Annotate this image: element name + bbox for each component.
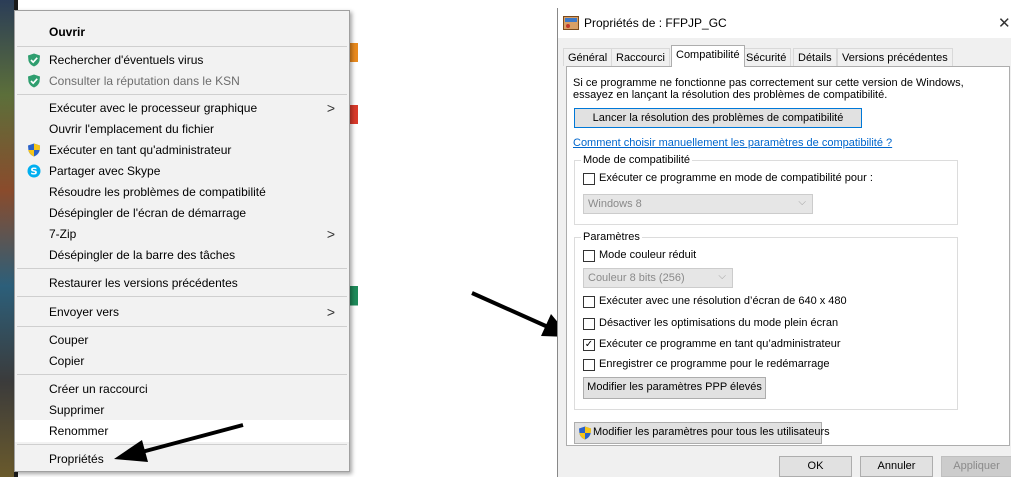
restart-register-checkbox[interactable]	[583, 359, 595, 371]
chevron-down-icon: ⌵	[798, 197, 806, 208]
reduced-color-label: Mode couleur réduit	[599, 249, 697, 261]
tab-previous-versions[interactable]: Versions précédentes	[837, 48, 953, 66]
dialog-titlebar[interactable]: Propriétés de : FFPJP_GC ✕	[558, 8, 1011, 38]
run-troubleshooter-button[interactable]: Lancer la résolution des problèmes de co…	[574, 108, 862, 128]
manual-settings-link[interactable]: Comment choisir manuellement les paramèt…	[573, 137, 892, 149]
tab-compatibility[interactable]: Compatibilité	[671, 45, 745, 67]
apply-button[interactable]: Appliquer	[941, 456, 1011, 477]
intro-text-line2: essayez en lançant la résolution des pro…	[573, 89, 888, 101]
properties-dialog: Propriétés de : FFPJP_GC ✕ Général Racco…	[557, 8, 1011, 477]
resolution-checkbox[interactable]	[583, 296, 595, 308]
tab-general[interactable]: Général	[563, 48, 613, 66]
compatibility-mode-group: Mode de compatibilité Exécuter ce progra…	[574, 154, 958, 225]
ok-button[interactable]: OK	[779, 456, 852, 477]
uac-shield-icon	[579, 426, 591, 440]
close-icon[interactable]: ✕	[998, 14, 1011, 32]
app-icon	[563, 16, 579, 30]
settings-group: Paramètres Mode couleur réduit Couleur 8…	[574, 231, 958, 410]
tab-details[interactable]: Détails	[793, 48, 837, 66]
run-as-admin-checkbox[interactable]: ✓	[583, 339, 595, 351]
compatibility-panel: Si ce programme ne fonctionne pas correc…	[566, 66, 1010, 446]
high-dpi-settings-button[interactable]: Modifier les paramètres PPP élevés	[583, 377, 766, 399]
compat-mode-checkbox[interactable]	[583, 173, 595, 185]
reduced-color-checkbox[interactable]	[583, 250, 595, 262]
color-depth-select[interactable]: Couleur 8 bits (256) ⌵	[583, 268, 733, 288]
change-all-users-button[interactable]: Modifier les paramètres pour tous les ut…	[574, 422, 830, 444]
color-depth-value: Couleur 8 bits (256)	[588, 272, 685, 284]
fullscreen-opt-checkbox[interactable]	[583, 318, 595, 330]
restart-register-label: Enregistrer ce programme pour le redémar…	[599, 358, 830, 370]
tab-shortcut[interactable]: Raccourci	[611, 48, 670, 66]
cancel-button[interactable]: Annuler	[860, 456, 933, 477]
os-select[interactable]: Windows 8 ⌵	[583, 194, 813, 214]
chevron-down-icon: ⌵	[718, 271, 726, 282]
compat-mode-label: Exécuter ce programme en mode de compati…	[599, 172, 873, 184]
change-all-users-label: Modifier les paramètres pour tous les ut…	[593, 426, 830, 438]
group-title: Paramètres	[581, 231, 642, 243]
fullscreen-opt-label: Désactiver les optimisations du mode ple…	[599, 317, 839, 329]
intro-text-line1: Si ce programme ne fonctionne pas correc…	[573, 77, 964, 89]
resolution-label: Exécuter avec une résolution d’écran de …	[599, 295, 847, 307]
run-as-admin-label: Exécuter ce programme en tant qu’adminis…	[599, 338, 841, 350]
os-select-value: Windows 8	[588, 198, 642, 210]
arrow-to-properties	[114, 423, 244, 462]
group-title: Mode de compatibilité	[581, 154, 693, 166]
tab-security[interactable]: Sécurité	[741, 48, 792, 66]
dialog-title: Propriétés de : FFPJP_GC	[584, 16, 727, 30]
arrow-to-admin-checkbox	[471, 291, 570, 337]
